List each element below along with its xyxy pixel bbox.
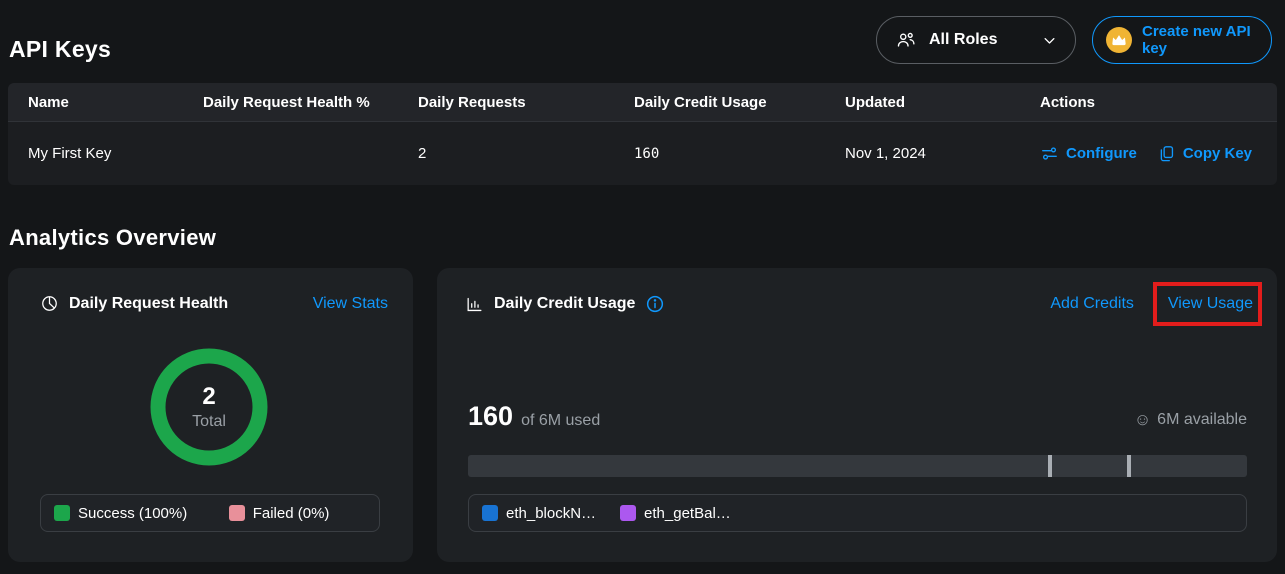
api-keys-page: API Keys All Roles Create new API key Na… <box>0 0 1285 574</box>
pie-chart-icon <box>40 294 59 313</box>
smiley-icon: ☺ <box>1134 411 1151 428</box>
daily-request-health-card: Daily Request Health View Stats 2 Total … <box>8 268 413 562</box>
col-actions: Actions <box>1040 94 1257 111</box>
donut-total-label: Total <box>192 413 226 431</box>
col-credit-usage: Daily Credit Usage <box>634 94 845 111</box>
info-icon[interactable] <box>645 294 665 314</box>
configure-label: Configure <box>1066 145 1137 162</box>
create-api-key-button[interactable]: Create new API key <box>1092 16 1272 64</box>
copy-key-button[interactable]: Copy Key <box>1157 144 1252 163</box>
usage-summary: 160 of 6M used ☺ 6M available <box>468 401 1247 432</box>
legend-item-eth-blocknumber: eth_blockN… <box>482 505 596 522</box>
daily-requests-value: 2 <box>418 145 634 162</box>
add-credits-link[interactable]: Add Credits <box>1050 295 1134 313</box>
updated-value: Nov 1, 2024 <box>845 145 1040 162</box>
available-label: 6M available <box>1157 411 1247 429</box>
copy-key-label: Copy Key <box>1183 145 1252 162</box>
eth-blocknumber-swatch <box>482 505 498 521</box>
available-credits: ☺ 6M available <box>1134 411 1247 429</box>
health-card-title: Daily Request Health <box>69 295 228 313</box>
col-updated: Updated <box>845 94 1040 111</box>
success-label: Success (100%) <box>78 505 187 522</box>
create-api-key-label: Create new API key <box>1142 23 1258 57</box>
health-legend: Success (100%) Failed (0%) <box>40 494 380 532</box>
bar-chart-icon <box>465 295 484 314</box>
used-suffix: of 6M used <box>521 412 600 430</box>
sliders-icon <box>1040 144 1059 163</box>
failed-swatch <box>229 505 245 521</box>
col-requests: Daily Requests <box>418 94 634 111</box>
credit-usage-progress-bar <box>468 455 1247 477</box>
legend-item-eth-getbalance: eth_getBal… <box>620 505 731 522</box>
copy-icon <box>1157 144 1176 163</box>
progress-tick-marker <box>1048 455 1052 477</box>
request-health-donut-chart: 2 Total <box>149 347 269 467</box>
roles-filter-label: All Roles <box>929 31 997 49</box>
failed-label: Failed (0%) <box>253 505 330 522</box>
legend-item-success: Success (100%) <box>54 505 229 522</box>
analytics-overview-title: Analytics Overview <box>9 225 216 251</box>
col-health: Daily Request Health % <box>203 94 418 111</box>
roles-icon <box>895 29 917 51</box>
donut-total-value: 2 <box>202 383 215 411</box>
view-usage-link[interactable]: View Usage <box>1168 295 1253 313</box>
configure-button[interactable]: Configure <box>1040 144 1137 163</box>
daily-credit-usage-card: Daily Credit Usage Add Credits View Usag… <box>437 268 1277 562</box>
api-keys-table: Name Daily Request Health % Daily Reques… <box>8 83 1277 185</box>
actions-cell: Configure Copy Key <box>1040 144 1257 163</box>
eth-getbalance-swatch <box>620 505 636 521</box>
progress-tick-marker <box>1127 455 1131 477</box>
page-title: API Keys <box>9 36 111 63</box>
eth-getbalance-label: eth_getBal… <box>644 505 731 522</box>
credit-usage-legend: eth_blockN… eth_getBal… <box>468 494 1247 532</box>
table-header-row: Name Daily Request Health % Daily Reques… <box>8 83 1277 121</box>
key-name: My First Key <box>28 145 203 162</box>
crown-icon <box>1106 27 1132 53</box>
view-stats-link[interactable]: View Stats <box>313 295 388 313</box>
credit-card-title: Daily Credit Usage <box>494 295 635 313</box>
legend-item-failed: Failed (0%) <box>229 505 330 522</box>
roles-filter-dropdown[interactable]: All Roles <box>876 16 1076 64</box>
used-value: 160 <box>468 401 513 432</box>
eth-blocknumber-label: eth_blockN… <box>506 505 596 522</box>
daily-credit-usage-value: 160 <box>634 146 845 162</box>
table-row: My First Key 2 160 Nov 1, 2024 Configure <box>8 121 1277 185</box>
success-swatch <box>54 505 70 521</box>
chevron-down-icon <box>1042 33 1057 48</box>
col-name: Name <box>28 94 203 111</box>
